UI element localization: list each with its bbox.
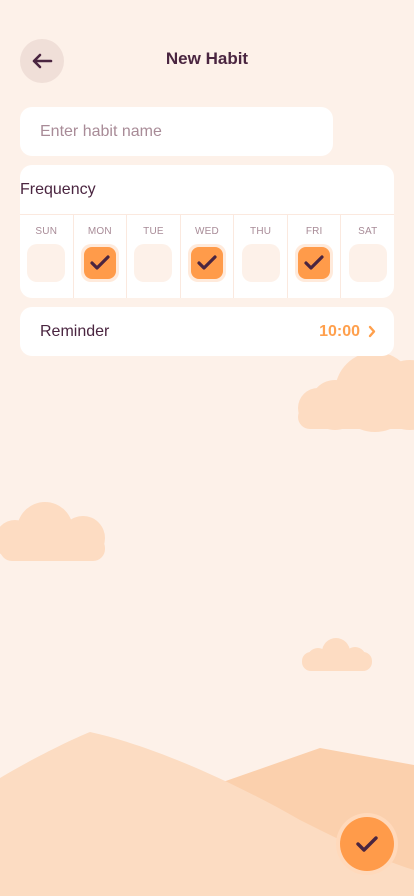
day-wed[interactable]: WED [181,215,235,298]
chevron-right-icon [368,325,376,338]
day-checkbox[interactable] [134,244,173,282]
check-icon [90,255,110,270]
day-label: WED [195,226,219,237]
check-icon [304,255,324,270]
day-checkbox[interactable] [241,244,280,282]
day-mon[interactable]: MON [74,215,128,298]
check-icon [197,255,217,270]
day-selector: SUN MON TUE WED THU FRI SAT [20,214,394,298]
day-label: SAT [358,226,378,237]
day-label: THU [250,226,272,237]
day-checkbox[interactable] [27,244,66,282]
day-thu[interactable]: THU [234,215,288,298]
day-checkbox[interactable] [80,244,119,282]
cloud-right [298,352,414,432]
day-fri[interactable]: FRI [288,215,342,298]
cloud-left [0,502,105,561]
check-icon [356,836,378,852]
day-label: MON [87,226,112,237]
day-tue[interactable]: TUE [127,215,181,298]
reminder-time: 10:00 [319,322,360,340]
reminder-label: Reminder [40,322,110,340]
day-checkbox[interactable] [188,244,227,282]
day-label: TUE [143,226,164,237]
day-label: SUN [35,226,58,237]
day-checkbox[interactable] [295,244,334,282]
reminder-value: 10:00 [319,323,376,341]
day-sun[interactable]: SUN [20,215,74,298]
day-checkbox[interactable] [348,244,387,282]
habit-name-card [20,107,333,156]
frequency-label: Frequency [20,181,96,198]
save-habit-button[interactable] [340,817,394,871]
dune-front [0,732,414,896]
reminder-row[interactable]: Reminder 10:00 [20,307,394,356]
habit-name-input[interactable] [20,107,333,156]
page-title: New Habit [165,49,249,68]
day-sat[interactable]: SAT [341,215,394,298]
day-label: FRI [305,226,323,237]
cloud-small [302,638,372,671]
